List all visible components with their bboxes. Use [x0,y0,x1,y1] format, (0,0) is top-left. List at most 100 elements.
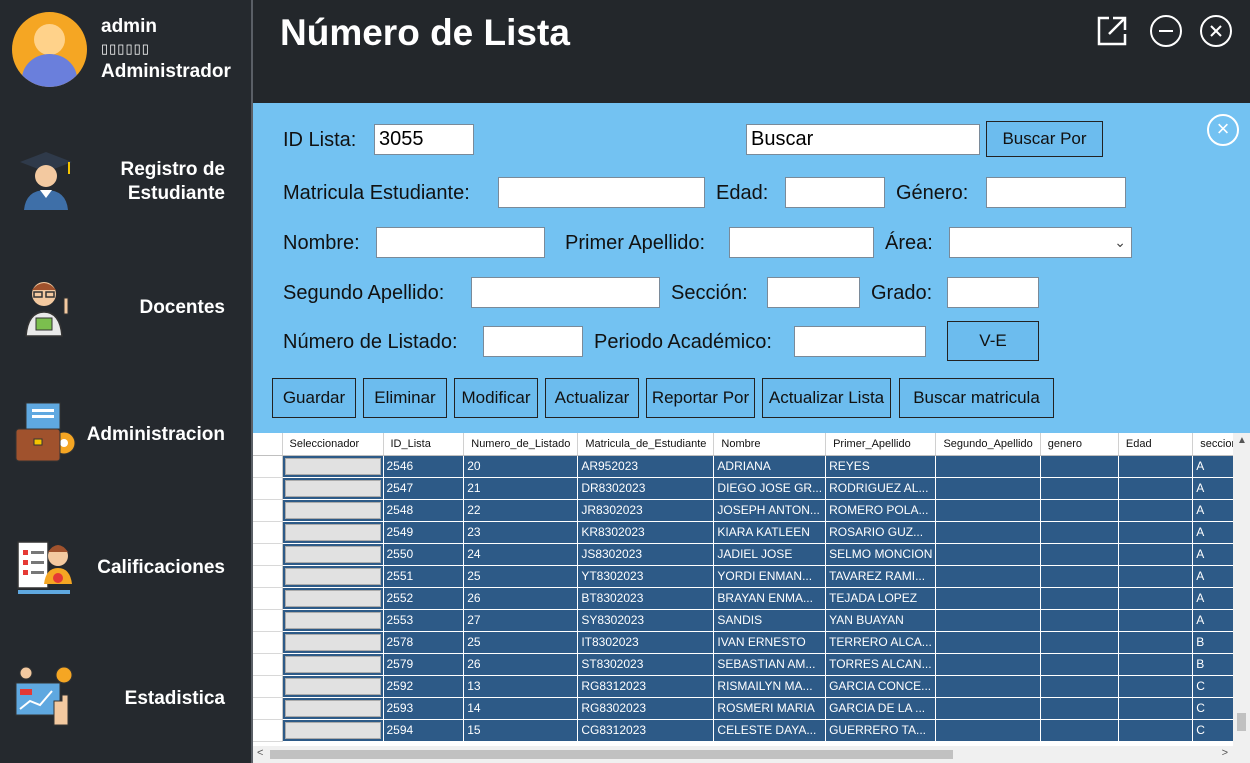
seleccionador-button[interactable] [284,523,381,541]
table-row[interactable]: 2549 23 KR8302023 KIARA KATLEEN ROSARIO GUZ.… [253,521,1250,544]
table-cell[interactable]: GARCIA CONCE... [825,675,937,698]
table-cell[interactable]: 2551 [383,565,465,588]
segundo-apellido-input[interactable] [471,277,660,308]
table-cell[interactable]: ST8302023 [577,653,715,676]
table-cell[interactable] [935,631,1041,654]
table-cell[interactable] [935,609,1041,632]
table-row[interactable]: 2550 24 JS8302023 JADIEL JOSE SELMO MONCION A [253,543,1250,566]
vertical-scroll-thumb[interactable] [1237,713,1246,731]
select-button-cell[interactable] [282,675,384,698]
table-cell[interactable]: 2593 [383,697,465,720]
column-header[interactable]: Seleccionador [282,433,384,456]
row-header[interactable] [253,609,283,632]
table-cell[interactable]: 2579 [383,653,465,676]
row-header[interactable] [253,455,283,478]
select-button-cell[interactable] [282,477,384,500]
genero-input[interactable] [986,177,1126,208]
seleccionador-button[interactable] [284,677,381,695]
reportar-por-button[interactable]: Reportar Por [646,378,755,418]
table-cell[interactable]: 2594 [383,719,465,742]
table-cell[interactable]: JS8302023 [577,543,715,566]
nav-calificaciones[interactable]: Calificaciones [0,518,251,618]
nav-estadistica[interactable]: Estadistica [0,649,251,749]
table-cell[interactable] [1118,719,1194,742]
table-cell[interactable] [1040,455,1119,478]
table-cell[interactable]: DR8302023 [577,477,715,500]
buscar-matricula-button[interactable]: Buscar matricula [899,378,1054,418]
eliminar-button[interactable]: Eliminar [363,378,447,418]
area-select[interactable]: ⌄ [949,227,1132,258]
table-row[interactable]: 2578 25 IT8302023 IVAN ERNESTO TERRERO ALCA.… [253,631,1250,654]
table-cell[interactable]: RISMAILYN MA... [713,675,827,698]
table-cell[interactable]: SANDIS [713,609,827,632]
table-cell[interactable]: TORRES ALCAN... [825,653,937,676]
vertical-scrollbar[interactable]: ▲ [1233,433,1250,746]
table-cell[interactable] [1118,477,1194,500]
buscar-por-button[interactable]: Buscar Por [986,121,1103,157]
select-button-cell[interactable] [282,499,384,522]
column-header[interactable]: ID_Lista [383,433,465,456]
table-cell[interactable]: 2550 [383,543,465,566]
select-button-cell[interactable] [282,521,384,544]
table-cell[interactable]: KR8302023 [577,521,715,544]
column-header[interactable]: Matricula_de_Estudiante [577,433,715,456]
table-cell[interactable] [935,565,1041,588]
table-cell[interactable] [1040,697,1119,720]
table-cell[interactable]: TAVAREZ RAMI... [825,565,937,588]
table-cell[interactable]: YORDI ENMAN... [713,565,827,588]
table-cell[interactable]: ADRIANA [713,455,827,478]
table-cell[interactable] [1118,565,1194,588]
table-cell[interactable]: JADIEL JOSE [713,543,827,566]
table-cell[interactable]: REYES [825,455,937,478]
select-button-cell[interactable] [282,697,384,720]
seleccionador-button[interactable] [284,479,381,497]
select-button-cell[interactable] [282,631,384,654]
external-link-icon[interactable] [1095,14,1129,48]
minimize-icon[interactable] [1149,14,1183,48]
table-cell[interactable] [1118,587,1194,610]
id-lista-input[interactable] [374,124,474,155]
row-header[interactable] [253,631,283,654]
table-cell[interactable] [935,543,1041,566]
table-row[interactable]: 2592 13 RG8312023 RISMAILYN MA... GARCIA CON… [253,675,1250,698]
table-cell[interactable]: JOSEPH ANTON... [713,499,827,522]
table-cell[interactable]: TEJADA LOPEZ [825,587,937,610]
table-cell[interactable]: DIEGO JOSE GR... [713,477,827,500]
table-cell[interactable]: ROMERO POLA... [825,499,937,522]
table-cell[interactable]: AR952023 [577,455,715,478]
table-cell[interactable] [1118,631,1194,654]
nav-administracion[interactable]: Administracion [0,385,251,485]
table-cell[interactable] [1118,521,1194,544]
select-button-cell[interactable] [282,587,384,610]
row-header[interactable] [253,521,283,544]
table-row[interactable]: 2548 22 JR8302023 JOSEPH ANTON... ROMERO POL… [253,499,1250,522]
table-cell[interactable]: BRAYAN ENMA... [713,587,827,610]
data-grid[interactable]: Seleccionador ID_Lista Numero_de_Listado Ma… [253,433,1250,763]
table-cell[interactable]: KIARA KATLEEN [713,521,827,544]
table-row[interactable]: 2579 26 ST8302023 SEBASTIAN AM... TORRES ALC… [253,653,1250,676]
nombre-input[interactable] [376,227,545,258]
table-cell[interactable]: 20 [463,455,579,478]
column-header[interactable]: Primer_Apellido [825,433,937,456]
table-row[interactable]: 2553 27 SY8302023 SANDIS YAN BUAYAN A [253,609,1250,632]
numero-listado-input[interactable] [483,326,583,357]
form-close-icon[interactable]: × [1207,114,1239,146]
table-cell[interactable]: YAN BUAYAN [825,609,937,632]
column-header[interactable]: Segundo_Apellido [935,433,1041,456]
table-cell[interactable]: ROSARIO GUZ... [825,521,937,544]
table-row[interactable]: 2551 25 YT8302023 YORDI ENMAN... TAVAREZ RAM… [253,565,1250,588]
table-cell[interactable] [1118,609,1194,632]
modificar-button[interactable]: Modificar [454,378,538,418]
ve-button[interactable]: V-E [947,321,1039,361]
close-window-icon[interactable] [1199,14,1233,48]
select-button-cell[interactable] [282,543,384,566]
table-cell[interactable] [935,499,1041,522]
table-cell[interactable]: 2578 [383,631,465,654]
table-cell[interactable]: 2546 [383,455,465,478]
seleccionador-button[interactable] [284,589,381,607]
row-header[interactable] [253,675,283,698]
select-button-cell[interactable] [282,719,384,742]
row-header[interactable] [253,477,283,500]
table-cell[interactable]: RODRIGUEZ AL... [825,477,937,500]
table-cell[interactable]: 27 [463,609,579,632]
